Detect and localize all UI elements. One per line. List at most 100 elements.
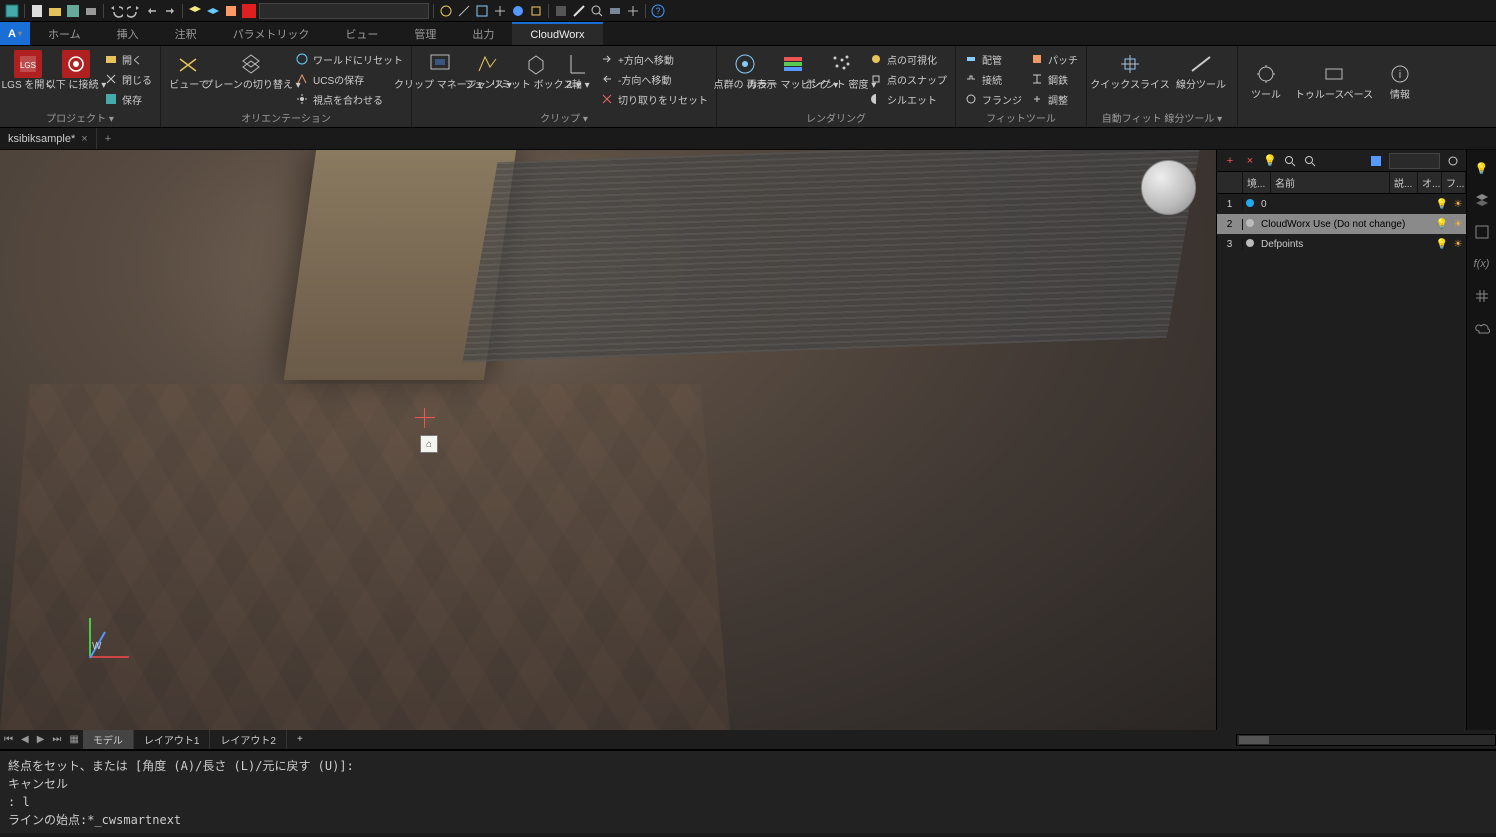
- btn-move-minus[interactable]: -方向へ移動: [600, 70, 708, 88]
- btn-tools[interactable]: ツール: [1246, 60, 1286, 102]
- btn-open-lgs[interactable]: LGS LGS を開く: [8, 50, 48, 92]
- btn-silhouette[interactable]: シルエット: [869, 90, 947, 108]
- qat-tool9-icon[interactable]: [607, 3, 623, 19]
- btn-ucs-save[interactable]: UCSの保存: [295, 70, 403, 88]
- layer-row[interactable]: 1 0 💡 ☀: [1217, 194, 1466, 214]
- layout-nav-last[interactable]: ⏭: [48, 734, 65, 745]
- btn-two-axis[interactable]: 2軸 ▾: [564, 50, 592, 92]
- panel-title-clip[interactable]: クリップ ▾: [420, 108, 708, 125]
- btn-move-plus[interactable]: +方向へ移動: [600, 50, 708, 68]
- qat-redo-icon[interactable]: [126, 3, 142, 19]
- qat-tool4-icon[interactable]: [492, 3, 508, 19]
- layout-nav-first[interactable]: ⏮: [0, 734, 17, 745]
- layer-col-freeze[interactable]: フ...: [1442, 172, 1466, 193]
- btn-steel[interactable]: 鋼鉄: [1030, 70, 1078, 88]
- app-menu-button[interactable]: A▾: [0, 22, 30, 45]
- qat-search-icon[interactable]: [589, 3, 605, 19]
- bulb-icon[interactable]: 💡: [1434, 199, 1450, 210]
- layer-delete-icon[interactable]: ×: [1243, 154, 1257, 168]
- qat-tool5-icon[interactable]: [510, 3, 526, 19]
- qat-open-icon[interactable]: [47, 3, 63, 19]
- btn-clip-manager[interactable]: クリップ マネージャ: [420, 50, 460, 92]
- btn-proj-open[interactable]: 開く: [104, 50, 152, 68]
- layer-add-icon[interactable]: +: [1223, 154, 1237, 168]
- btn-connect-to[interactable]: 以下 に接続 ▾: [56, 50, 96, 92]
- layout-tab-1[interactable]: レイアウト1: [134, 730, 211, 749]
- layer-bulb-icon[interactable]: 💡: [1263, 154, 1277, 168]
- btn-adjust[interactable]: 調整: [1030, 90, 1078, 108]
- tab-annotate[interactable]: 注釈: [157, 22, 215, 45]
- sun-icon[interactable]: ☀: [1450, 239, 1466, 250]
- bulb-icon[interactable]: 💡: [1434, 219, 1450, 230]
- btn-align-viewpoint[interactable]: 視点を合わせる: [295, 90, 403, 108]
- layer-row[interactable]: 3 Defpoints 💡 ☀: [1217, 234, 1466, 254]
- document-tab-close-icon[interactable]: ×: [81, 133, 87, 145]
- tab-manage[interactable]: 管理: [396, 22, 454, 45]
- qat-layer-icon[interactable]: [187, 3, 203, 19]
- document-tab[interactable]: ksibiksample* ×: [0, 128, 97, 149]
- command-line[interactable]: 終点をセット、または [角度 (A)/長さ (L)/元に戻す (U)]: キャン…: [0, 750, 1496, 833]
- layer-state-icon[interactable]: [1369, 154, 1383, 168]
- btn-plane-switch[interactable]: プレーンの切り替え ▾: [217, 50, 287, 92]
- qat-tool2-icon[interactable]: [456, 3, 472, 19]
- btn-cut-reset[interactable]: 切り取りをリセット: [600, 90, 708, 108]
- btn-linetool[interactable]: 線分ツール: [1173, 50, 1229, 92]
- panel-title-autofit[interactable]: 自動フィット 線分ツール ▾: [1095, 108, 1229, 125]
- document-tab-add[interactable]: +: [97, 133, 119, 145]
- layer-col-name[interactable]: 名前: [1271, 172, 1390, 193]
- layer-settings-icon[interactable]: [1446, 154, 1460, 168]
- btn-limit-box[interactable]: リミット ボックス ▾: [516, 50, 556, 92]
- btn-quickslice[interactable]: クイックスライス: [1095, 50, 1165, 92]
- btn-point-density[interactable]: ポイント 密度 ▾: [821, 50, 861, 92]
- tab-parametric[interactable]: パラメトリック: [215, 22, 328, 45]
- qat-undo2-icon[interactable]: [144, 3, 160, 19]
- btn-world-reset[interactable]: ワールドにリセット: [295, 50, 403, 68]
- qat-tool7-icon[interactable]: [553, 3, 569, 19]
- side-grid-icon[interactable]: [1472, 286, 1492, 306]
- tab-output[interactable]: 出力: [454, 22, 512, 45]
- qat-tool10-icon[interactable]: [625, 3, 641, 19]
- sun-icon[interactable]: ☀: [1450, 199, 1466, 210]
- qat-tool1-icon[interactable]: [438, 3, 454, 19]
- layout-list-icon[interactable]: ▦: [65, 734, 82, 745]
- qat-layer3-icon[interactable]: [223, 3, 239, 19]
- view-cube[interactable]: [1141, 160, 1196, 215]
- layer-row[interactable]: 2 CloudWorx Use (Do not change) 💡 ☀: [1217, 214, 1466, 234]
- btn-connect-fit[interactable]: 接続: [964, 70, 1022, 88]
- layer-col-desc[interactable]: 説...: [1390, 172, 1418, 193]
- layout-nav-prev[interactable]: ◀: [17, 734, 33, 745]
- layer-filter-icon[interactable]: [1303, 154, 1317, 168]
- side-bulb-icon[interactable]: 💡: [1472, 158, 1492, 178]
- qat-help-icon[interactable]: ?: [650, 3, 666, 19]
- sun-icon[interactable]: ☀: [1450, 219, 1466, 230]
- layer-col-on[interactable]: オ...: [1418, 172, 1442, 193]
- btn-visualize-points[interactable]: 点の可視化: [869, 50, 947, 68]
- tab-home[interactable]: ホーム: [30, 22, 99, 45]
- tab-view[interactable]: ビュー: [327, 22, 396, 45]
- btn-point-snap[interactable]: 点のスナップ: [869, 70, 947, 88]
- btn-info[interactable]: i 情報: [1382, 60, 1418, 102]
- side-clip-icon[interactable]: [1472, 222, 1492, 242]
- qat-layer-dropdown[interactable]: [259, 3, 429, 19]
- layout-nav-next[interactable]: ▶: [33, 734, 49, 745]
- qat-tool3-icon[interactable]: [474, 3, 490, 19]
- btn-patch[interactable]: パッチ: [1030, 50, 1078, 68]
- layout-tab-2[interactable]: レイアウト2: [210, 730, 287, 749]
- layout-tab-model[interactable]: モデル: [83, 730, 134, 749]
- qat-layer2-icon[interactable]: [205, 3, 221, 19]
- layout-tab-add[interactable]: +: [287, 730, 313, 749]
- btn-piping[interactable]: 配管: [964, 50, 1022, 68]
- viewport[interactable]: ⌂ W: [0, 150, 1216, 730]
- qat-save-icon[interactable]: [4, 3, 20, 19]
- btn-truspace[interactable]: トゥルースペース: [1294, 60, 1374, 102]
- panel-title-project[interactable]: プロジェクト ▾: [8, 108, 152, 125]
- side-fx-icon[interactable]: f(x): [1472, 254, 1492, 274]
- qat-tool8-icon[interactable]: [571, 3, 587, 19]
- qat-undo-icon[interactable]: [108, 3, 124, 19]
- layer-state-dropdown[interactable]: [1389, 153, 1440, 169]
- btn-proj-save[interactable]: 保存: [104, 90, 152, 108]
- tab-cloudworx[interactable]: CloudWorx: [512, 22, 602, 45]
- btn-proj-close[interactable]: 閉じる: [104, 70, 152, 88]
- layer-col-state[interactable]: 境...: [1243, 172, 1271, 193]
- qat-save2-icon[interactable]: [65, 3, 81, 19]
